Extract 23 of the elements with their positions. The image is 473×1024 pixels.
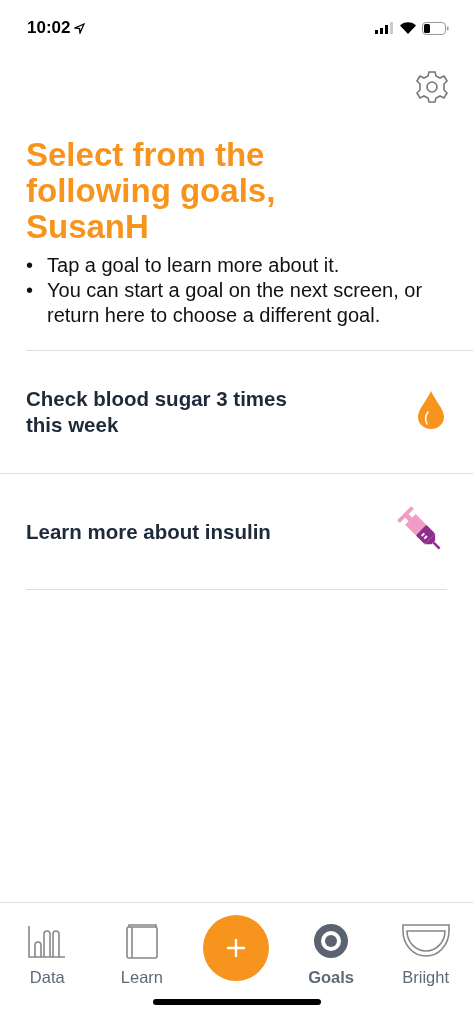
tab[interactable]: Learn [120, 923, 163, 987]
drop-icon [416, 390, 446, 430]
bar-chart-icon [27, 925, 68, 959]
bullet-mark: • [26, 278, 33, 303]
plus-icon [227, 939, 246, 957]
settings-icon[interactable] [415, 70, 449, 104]
goal-label[interactable]: Check blood sugar 3 times this week [26, 386, 326, 438]
status-time: 10:02 [27, 18, 71, 38]
page-heading: Select from the following goals, SusanH [26, 137, 277, 245]
goal-label[interactable]: Learn more about insulin [26, 518, 271, 545]
target-icon [313, 923, 350, 959]
battery-icon [422, 21, 449, 35]
location-arrow-icon [74, 22, 86, 34]
book-icon [124, 923, 159, 959]
instruction-text: Tap a goal to learn more about it. [47, 253, 340, 278]
tab[interactable]: Briight [400, 923, 451, 987]
tab[interactable]: Goals [308, 923, 354, 987]
signal-icon [375, 22, 394, 34]
instruction-text: You can start a goal on the next screen, or return here to choose a different goal. [47, 278, 424, 328]
tab[interactable]: Data [27, 925, 68, 987]
bowl-icon [400, 923, 451, 959]
wifi-icon [400, 22, 416, 34]
bullet-mark: • [26, 253, 33, 278]
